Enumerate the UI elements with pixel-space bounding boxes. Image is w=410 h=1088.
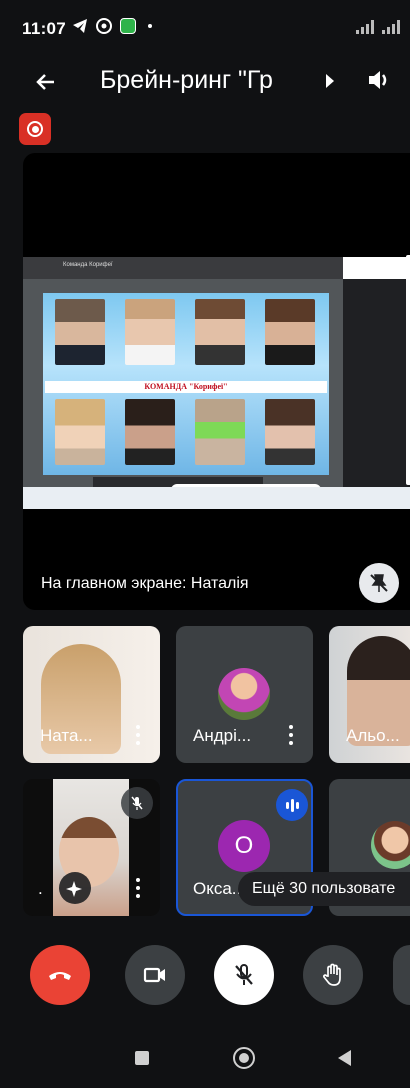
participant-name: Ната... bbox=[40, 726, 93, 745]
chevron-right-icon[interactable] bbox=[326, 74, 334, 88]
unpin-button[interactable] bbox=[359, 563, 399, 603]
participant-name: . bbox=[38, 879, 43, 898]
more-vert-icon[interactable] bbox=[136, 725, 140, 745]
square-icon[interactable] bbox=[135, 1051, 149, 1065]
participant-avatar bbox=[218, 668, 270, 720]
raise-hand-icon bbox=[323, 963, 341, 986]
record-icon bbox=[27, 121, 43, 137]
speaker-button[interactable] bbox=[366, 66, 396, 96]
camera-icon bbox=[143, 967, 165, 983]
signal-icon bbox=[382, 20, 400, 34]
participant-tile[interactable]: . bbox=[23, 779, 160, 916]
end-call-button[interactable] bbox=[30, 945, 90, 1005]
document-area: КОМАНДА "Корифеї" bbox=[23, 279, 343, 496]
arrow-left-icon bbox=[36, 74, 54, 90]
participant-avatar bbox=[371, 821, 410, 869]
participant-avatar: О bbox=[218, 820, 270, 872]
viewer-toolbar: Команда Корифеї bbox=[23, 257, 343, 279]
dot-icon bbox=[148, 24, 152, 28]
raise-hand-button[interactable] bbox=[303, 945, 363, 1005]
recording-badge[interactable] bbox=[19, 113, 51, 145]
windows-taskbar bbox=[23, 487, 410, 509]
team-photo bbox=[195, 399, 245, 465]
back-triangle-icon[interactable] bbox=[338, 1050, 351, 1066]
edge-panel[interactable] bbox=[406, 255, 410, 485]
stage-caption: На главном экране: Наталія bbox=[41, 575, 249, 592]
team-photo bbox=[55, 399, 105, 465]
avatar-initial: О bbox=[234, 832, 254, 859]
main-stage[interactable]: Команда Корифеї КОМАНДА "Корифеї" На гла… bbox=[23, 153, 410, 610]
speaker-icon bbox=[369, 71, 387, 89]
circle-icon[interactable] bbox=[233, 1047, 255, 1069]
phone-hangup-icon bbox=[49, 972, 71, 980]
participant-name: Альо... bbox=[346, 726, 400, 745]
more-vert-icon[interactable] bbox=[289, 725, 293, 745]
meet-side-panel bbox=[343, 279, 410, 487]
mic-off-icon bbox=[235, 964, 253, 985]
team-photo bbox=[195, 299, 245, 365]
slide-banner: КОМАНДА "Корифеї" bbox=[45, 381, 327, 393]
telegram-icon bbox=[73, 19, 87, 33]
back-button[interactable] bbox=[30, 66, 62, 98]
mic-off-icon bbox=[121, 787, 153, 819]
participant-tile[interactable]: Ната... bbox=[23, 626, 160, 763]
camera-button[interactable] bbox=[125, 945, 185, 1005]
team-photo bbox=[55, 299, 105, 365]
shared-screen: Команда Корифеї КОМАНДА "Корифеї" bbox=[23, 257, 410, 509]
mic-button[interactable] bbox=[214, 945, 274, 1005]
more-vert-icon[interactable] bbox=[136, 878, 140, 898]
signal-icon bbox=[356, 20, 374, 34]
app-icon bbox=[120, 18, 136, 34]
participant-tile[interactable]: Альо... bbox=[329, 626, 410, 763]
chrome-icon bbox=[96, 18, 112, 34]
participant-tile[interactable]: Андрі... bbox=[176, 626, 313, 763]
speaking-indicator-icon bbox=[276, 789, 308, 821]
participant-name: Андрі... bbox=[193, 726, 252, 745]
slide: КОМАНДА "Корифеї" bbox=[43, 293, 329, 475]
team-photo bbox=[265, 399, 315, 465]
more-options-button[interactable] bbox=[393, 945, 410, 1005]
team-photo bbox=[265, 299, 315, 365]
status-time: 11:07 bbox=[22, 19, 67, 38]
more-participants-chip[interactable]: Ещё 30 пользовате bbox=[238, 872, 410, 906]
sparkle-icon[interactable] bbox=[59, 872, 91, 904]
pin-off-icon bbox=[370, 574, 388, 592]
meeting-title[interactable]: Брейн-ринг "Гр bbox=[100, 66, 315, 95]
team-photo bbox=[125, 299, 175, 365]
team-photo bbox=[125, 399, 175, 465]
